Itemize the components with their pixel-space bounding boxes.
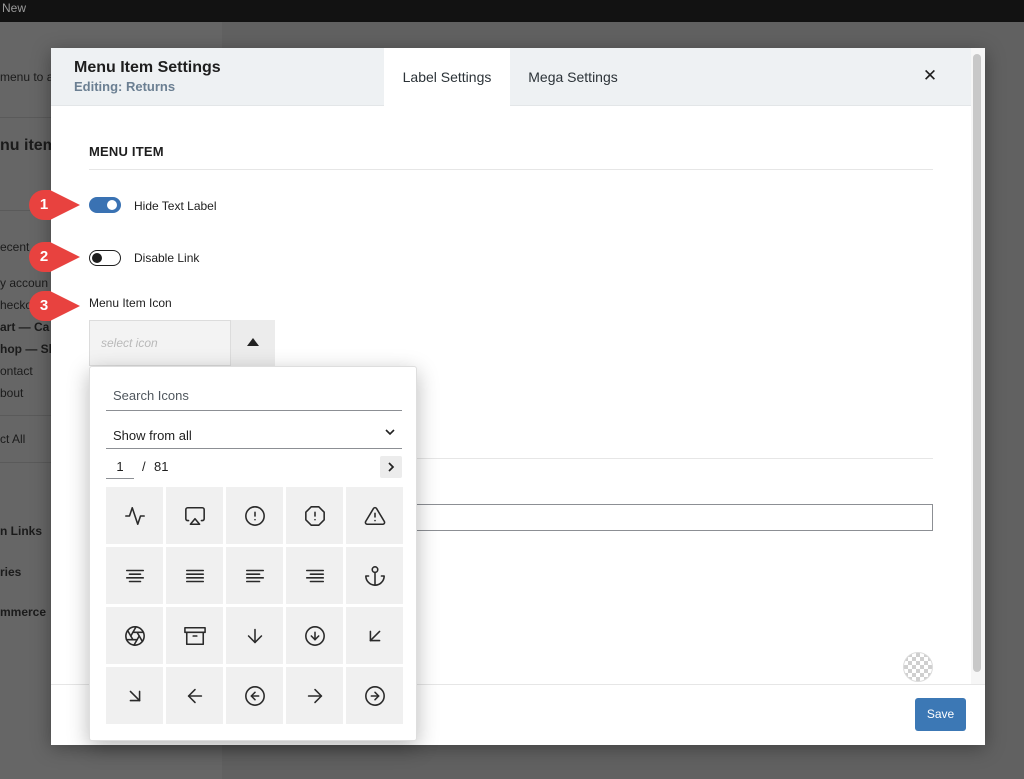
menu-item-icon-label: Menu Item Icon xyxy=(89,296,172,310)
icon-source-value: Show from all xyxy=(113,428,192,443)
callout-marker-2: 2 xyxy=(28,241,84,273)
alert-octagon-icon[interactable] xyxy=(286,487,343,544)
callout-marker-1: 1 xyxy=(28,189,84,221)
modal-subtitle: Editing: Returns xyxy=(74,79,176,94)
arrow-down-icon[interactable] xyxy=(226,607,283,664)
icon-search-input[interactable] xyxy=(106,381,402,411)
background-text: ct All xyxy=(0,432,26,446)
background-text: mmerce xyxy=(0,605,47,619)
background-text: ecent xyxy=(0,240,30,254)
admin-top-bar: New xyxy=(0,0,1024,22)
icon-select-placeholder: select icon xyxy=(101,336,158,350)
background-text: bout xyxy=(0,386,24,400)
background-text: n Links xyxy=(0,524,43,538)
section-heading: MENU ITEM xyxy=(89,144,164,159)
icon-select-toggle-button[interactable] xyxy=(230,320,275,366)
arrow-down-right-icon[interactable] xyxy=(106,667,163,724)
icon-select[interactable]: select icon xyxy=(89,320,275,366)
background-text: hop — Sh xyxy=(0,342,56,356)
close-icon[interactable]: ✕ xyxy=(919,65,941,87)
icon-source-select[interactable]: Show from all xyxy=(106,421,402,449)
align-right-icon[interactable] xyxy=(286,547,343,604)
align-center-icon[interactable] xyxy=(106,547,163,604)
activity-icon[interactable] xyxy=(106,487,163,544)
icon-picker-dropdown: Show from all 1 / 81 xyxy=(89,366,417,741)
disable-link-label: Disable Link xyxy=(134,251,200,265)
tab-label-settings[interactable]: Label Settings xyxy=(384,48,510,106)
chevron-down-icon xyxy=(384,426,396,441)
arrow-right-icon[interactable] xyxy=(286,667,343,724)
chevron-right-icon xyxy=(388,462,395,472)
page-number-input[interactable]: 1 xyxy=(106,455,134,479)
hide-text-label-label: Hide Text Label xyxy=(134,199,217,213)
toggle-knob xyxy=(107,200,117,210)
top-bar-new-link[interactable]: New xyxy=(2,1,26,15)
modal-header: Menu Item Settings Editing: Returns Labe… xyxy=(51,48,971,106)
alert-circle-icon[interactable] xyxy=(226,487,283,544)
modal-scrollbar-thumb[interactable] xyxy=(973,54,981,672)
alert-triangle-icon[interactable] xyxy=(346,487,403,544)
disable-link-toggle[interactable] xyxy=(89,250,121,266)
arrow-left-circle-icon[interactable] xyxy=(226,667,283,724)
callout-number: 1 xyxy=(39,196,49,213)
hide-text-label-toggle[interactable] xyxy=(89,197,121,213)
align-justify-icon[interactable] xyxy=(166,547,223,604)
modal-title: Menu Item Settings xyxy=(74,59,221,76)
transparent-color-swatch-icon[interactable] xyxy=(903,652,933,682)
align-left-icon[interactable] xyxy=(226,547,283,604)
background-text: art — Ca xyxy=(0,320,50,334)
airplay-icon[interactable] xyxy=(166,487,223,544)
section-divider xyxy=(89,169,933,170)
background-text: ries xyxy=(0,565,22,579)
page-total: 81 xyxy=(154,459,169,474)
callout-marker-3: 3 xyxy=(28,290,84,322)
callout-number: 3 xyxy=(39,297,49,314)
arrow-down-circle-icon[interactable] xyxy=(286,607,343,664)
background-heading: nu item xyxy=(0,137,57,154)
background-text: ontact xyxy=(0,364,33,378)
archive-icon[interactable] xyxy=(166,607,223,664)
background-text: menu to a xyxy=(0,70,54,84)
save-button[interactable]: Save xyxy=(915,698,966,731)
anchor-icon[interactable] xyxy=(346,547,403,604)
aperture-icon[interactable] xyxy=(106,607,163,664)
next-page-button[interactable] xyxy=(380,456,402,478)
callout-number: 2 xyxy=(39,248,49,265)
arrow-down-left-icon[interactable] xyxy=(346,607,403,664)
page-separator: / xyxy=(142,459,146,474)
tab-mega-settings[interactable]: Mega Settings xyxy=(510,48,636,105)
background-text: y accoun xyxy=(0,276,49,290)
arrow-right-circle-icon[interactable] xyxy=(346,667,403,724)
arrow-left-icon[interactable] xyxy=(166,667,223,724)
caret-up-icon xyxy=(247,338,259,346)
toggle-knob xyxy=(92,252,102,263)
icon-grid xyxy=(106,487,403,724)
